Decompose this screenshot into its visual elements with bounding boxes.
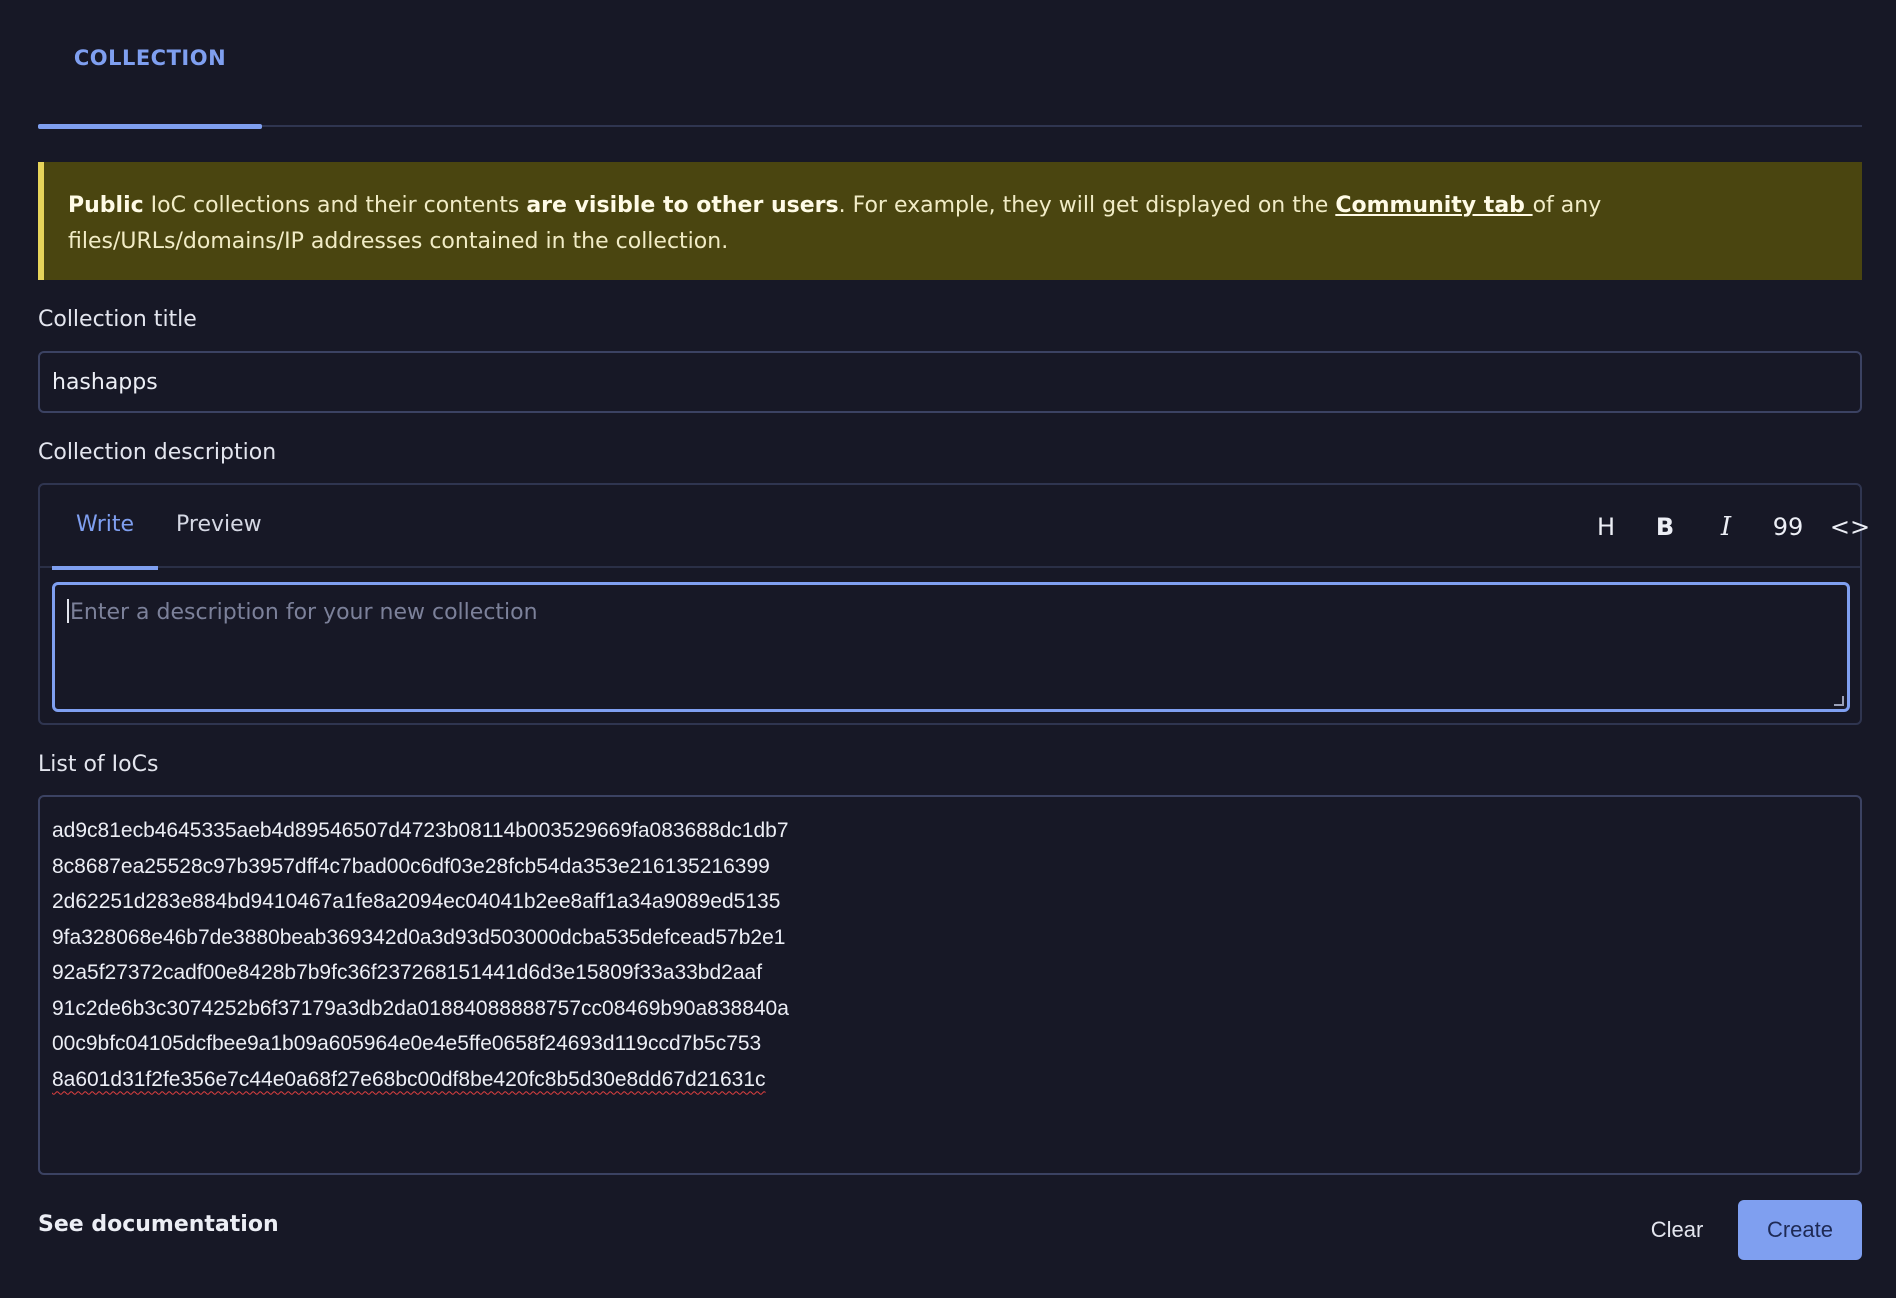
- editor-tab-bar: Write Preview H B I 99 <>: [40, 485, 1870, 570]
- ioc-line: 8c8687ea25528c97b3957dff4c7bad00c6df03e2…: [52, 854, 770, 878]
- description-textarea[interactable]: Enter a description for your new collect…: [52, 582, 1850, 712]
- italic-icon[interactable]: I: [1704, 485, 1748, 568]
- public-visibility-warning: Public IoC collections and their content…: [38, 162, 1862, 280]
- ioc-line: ad9c81ecb4645335aeb4d89546507d4723b08114…: [52, 819, 789, 842]
- ioc-line: 92a5f27372cadf00e8428b7b9fc36f2372681514…: [52, 961, 763, 984]
- collection-title-value: hashapps: [52, 369, 158, 395]
- banner-text-1: IoC collections and their contents: [143, 193, 527, 218]
- see-documentation-link[interactable]: See documentation: [38, 1212, 279, 1237]
- collection-description-label: Collection description: [38, 440, 277, 465]
- ioc-line: 9fa328068e46b7de3880beab369342d0a3d93d50…: [52, 925, 786, 949]
- ioc-line: 2d62251d283e884bd9410467a1fe8a2094ec0404…: [52, 890, 781, 913]
- clear-button[interactable]: Clear: [1622, 1200, 1732, 1260]
- ioc-list-label: List of IoCs: [38, 752, 159, 777]
- resize-handle-icon[interactable]: [1834, 696, 1844, 706]
- quote-icon[interactable]: 99: [1766, 485, 1810, 568]
- description-editor: Write Preview H B I 99 <> Enter a descri…: [38, 483, 1870, 725]
- tab-preview[interactable]: Preview: [176, 485, 262, 568]
- top-tab-strip: COLLECTION: [38, 0, 1862, 129]
- banner-text-2: . For example, they will get displayed o…: [838, 193, 1336, 218]
- ioc-list-textarea[interactable]: ad9c81ecb4645335aeb4d89546507d4723b08114…: [38, 795, 1862, 1175]
- heading-icon[interactable]: H: [1584, 485, 1628, 568]
- ioc-line: 91c2de6b3c3074252b6f37179a3db2da01884088…: [52, 996, 789, 1020]
- text-caret: [67, 599, 69, 623]
- create-collection-form: COLLECTION Public IoC collections and th…: [0, 0, 1896, 1298]
- collection-title-input[interactable]: hashapps: [38, 351, 1862, 413]
- collection-title-label: Collection title: [38, 307, 197, 332]
- bold-icon[interactable]: B: [1643, 485, 1687, 568]
- code-icon[interactable]: <>: [1828, 485, 1872, 568]
- create-button[interactable]: Create: [1738, 1200, 1862, 1260]
- ioc-line: 8a601d31f2fe356e7c44e0a68f27e68bc00df8be…: [52, 1067, 766, 1091]
- ioc-line: 00c9bfc04105dcfbee9a1b09a605964e0e4e5ffe…: [52, 1032, 762, 1055]
- description-placeholder: Enter a description for your new collect…: [70, 600, 538, 625]
- tab-write[interactable]: Write: [51, 485, 159, 570]
- community-tab-link[interactable]: Community tab: [1335, 193, 1532, 218]
- banner-visible: are visible to other users: [526, 193, 839, 218]
- tab-collection[interactable]: COLLECTION: [38, 0, 262, 129]
- banner-public: Public: [68, 193, 144, 218]
